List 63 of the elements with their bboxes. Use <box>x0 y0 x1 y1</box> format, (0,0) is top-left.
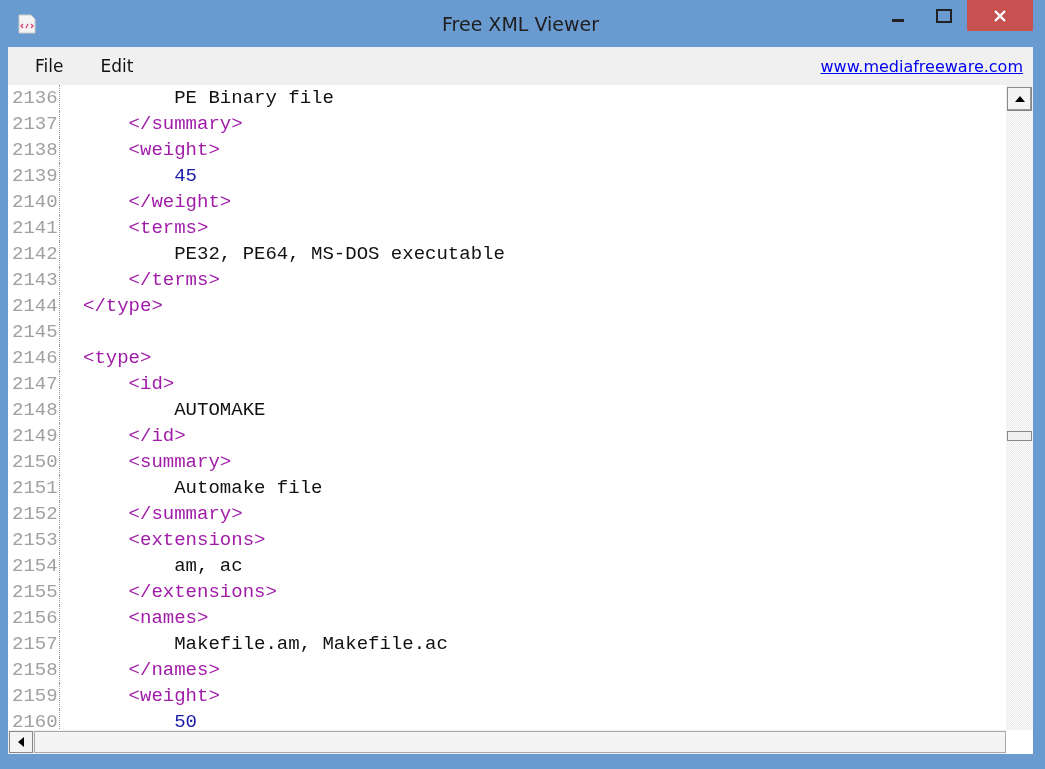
line-number: 2147 <box>8 371 60 397</box>
code-line: </type> <box>82 295 163 317</box>
code-line: 45 <box>173 165 198 187</box>
line-number: 2151 <box>8 475 60 501</box>
vertical-scrollbar[interactable] <box>1006 85 1033 730</box>
menu-item[interactable]: File <box>35 56 64 76</box>
code-line: <id> <box>127 373 175 395</box>
line-number: 2140 <box>8 189 60 215</box>
scrollbar-thumb[interactable] <box>1007 431 1032 441</box>
app-icon <box>18 13 36 34</box>
line-number: 2144 <box>8 293 60 319</box>
line-number: 2142 <box>8 241 60 267</box>
line-number: 2157 <box>8 631 60 657</box>
code-line: </terms> <box>127 269 220 291</box>
line-number: 2139 <box>8 163 60 189</box>
left-arrow-icon <box>18 737 24 747</box>
code-line: <weight> <box>127 685 220 707</box>
code-line: PE32, PE64, MS-DOS executable <box>173 243 505 265</box>
line-number: 2153 <box>8 527 60 553</box>
line-number: 2149 <box>8 423 60 449</box>
code-line: 50 <box>173 711 198 730</box>
line-number: 2148 <box>8 397 60 423</box>
line-number: 2152 <box>8 501 60 527</box>
code-line: <summary> <box>127 451 232 473</box>
line-number: 2146 <box>8 345 60 371</box>
code-line: AUTOMAKE <box>173 399 266 421</box>
up-arrow-icon <box>1014 96 1025 102</box>
code-line: </summary> <box>127 503 243 525</box>
line-number: 2158 <box>8 657 60 683</box>
website-link[interactable]: www.mediafreeware.com <box>820 56 1023 76</box>
maximize-icon <box>936 8 952 23</box>
line-number: 2137 <box>8 111 60 137</box>
code-line: <weight> <box>127 139 220 161</box>
code-line: am, ac <box>173 555 243 577</box>
code-line: </names> <box>127 659 220 681</box>
line-number: 2154 <box>8 553 60 579</box>
code-line: Automake file <box>173 477 323 499</box>
minimize-icon <box>892 19 904 22</box>
code-line: </extensions> <box>127 581 277 603</box>
line-number: 2138 <box>8 137 60 163</box>
code-line: <type> <box>82 347 152 369</box>
code-line: </summary> <box>127 113 243 135</box>
menu-item[interactable]: Edit <box>100 56 134 76</box>
line-number: 2145 <box>8 319 60 345</box>
code-line: </id> <box>127 425 186 447</box>
code-line: <names> <box>127 607 209 629</box>
code-line: <terms> <box>127 217 209 239</box>
window-title: Free XML Viewer <box>442 12 599 35</box>
code-line: <extensions> <box>127 529 266 551</box>
line-number: 2136 <box>8 85 60 111</box>
line-number: 2156 <box>8 605 60 631</box>
close-icon <box>994 9 1006 22</box>
line-number: 2143 <box>8 267 60 293</box>
code-line: PE Binary file <box>173 87 334 109</box>
code-line: Makefile.am, Makefile.ac <box>173 633 448 655</box>
close-button[interactable] <box>967 0 1033 31</box>
line-number: 2159 <box>8 683 60 709</box>
line-number: 2141 <box>8 215 60 241</box>
line-number: 2155 <box>8 579 60 605</box>
scroll-up-button[interactable] <box>1007 87 1032 111</box>
code-line: </weight> <box>127 191 232 213</box>
line-number: 2150 <box>8 449 60 475</box>
scroll-left-button[interactable] <box>9 731 33 753</box>
